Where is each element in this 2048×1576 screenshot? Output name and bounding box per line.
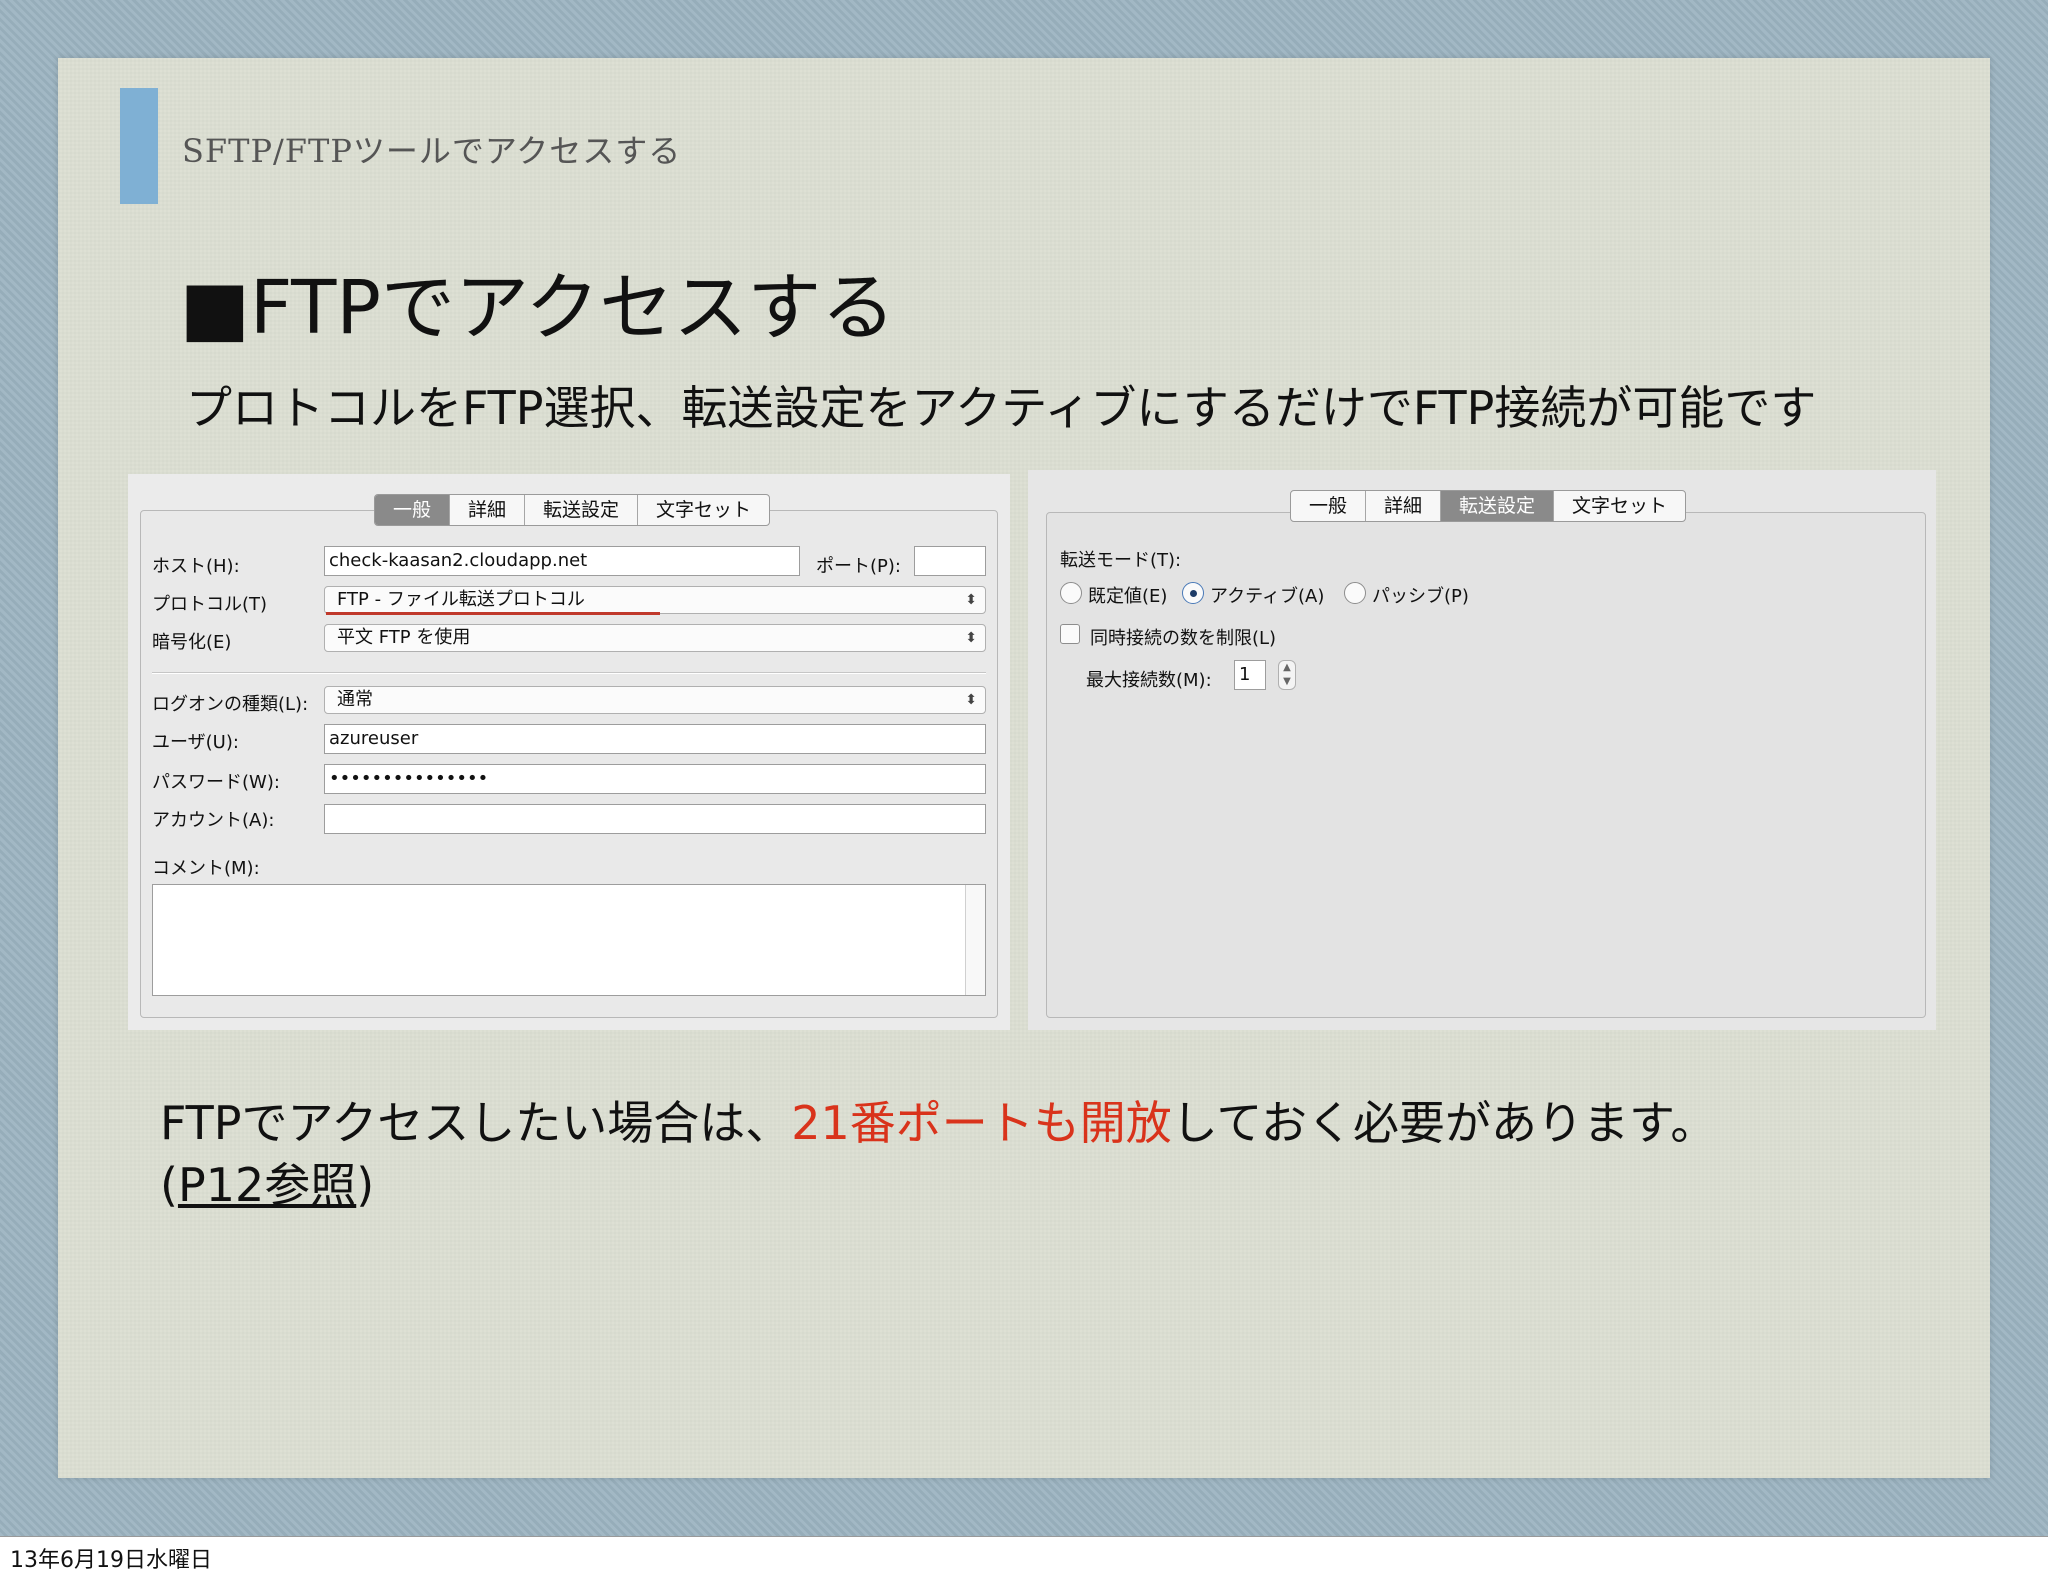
radio-passive[interactable] xyxy=(1344,582,1366,604)
note-text-before: FTPでアクセスしたい場合は、 xyxy=(160,1096,792,1150)
radio-passive-label: パッシブ(P) xyxy=(1372,586,1469,607)
page-reference-link[interactable]: P12参照 xyxy=(178,1158,356,1212)
logon-type-select[interactable]: 通常 ⬍ xyxy=(324,686,986,714)
tab-advanced[interactable]: 詳細 xyxy=(1366,491,1442,521)
protocol-highlight-underline xyxy=(326,612,660,615)
max-connections-stepper[interactable]: ▲ ▼ xyxy=(1278,660,1296,690)
comment-scrollbar[interactable] xyxy=(965,885,985,995)
password-label: パスワード(W): xyxy=(152,772,280,793)
transfer-panel xyxy=(1046,512,1926,1018)
account-input[interactable] xyxy=(324,804,986,834)
site-settings-general-screenshot: 一般 詳細 転送設定 文字セット ホスト(H): check-kaasan2.c… xyxy=(128,474,1010,1030)
port-input[interactable] xyxy=(914,546,986,576)
encryption-value: 平文 FTP を使用 xyxy=(337,627,471,648)
note-text-after: しておく必要があります。 xyxy=(1171,1096,1717,1150)
tab-advanced[interactable]: 詳細 xyxy=(450,495,526,525)
logon-type-value: 通常 xyxy=(337,689,373,710)
note-paren-open: ( xyxy=(160,1158,178,1212)
footer-date: 13年6月19日水曜日 xyxy=(10,1548,212,1573)
site-settings-transfer-screenshot: 一般 詳細 転送設定 文字セット 転送モード(T): 既定値(E) アクティブ(… xyxy=(1028,470,1936,1030)
max-connections-label: 最大接続数(M): xyxy=(1086,670,1212,691)
slide-description: プロトコルをFTP選択、転送設定をアクティブにするだけでFTP接続が可能です xyxy=(186,381,1817,435)
radio-active-label: アクティブ(A) xyxy=(1210,586,1325,607)
tab-bar: 一般 詳細 転送設定 文字セット xyxy=(374,494,771,526)
tab-general[interactable]: 一般 xyxy=(375,495,451,525)
protocol-value: FTP - ファイル転送プロトコル xyxy=(337,589,585,610)
limit-connections-label: 同時接続の数を制限(L) xyxy=(1090,628,1277,649)
host-input[interactable]: check-kaasan2.cloudapp.net xyxy=(324,546,800,576)
note-paren-close: ) xyxy=(356,1158,375,1212)
updown-arrows-icon: ⬍ xyxy=(965,592,977,608)
user-input[interactable]: azureuser xyxy=(324,724,986,754)
user-label: ユーザ(U): xyxy=(152,732,239,753)
encryption-select[interactable]: 平文 FTP を使用 ⬍ xyxy=(324,624,986,652)
accent-bar xyxy=(120,88,158,204)
protocol-select[interactable]: FTP - ファイル転送プロトコル ⬍ xyxy=(324,586,986,614)
tab-charset[interactable]: 文字セット xyxy=(638,495,769,525)
note-highlight: 21番ポートも開放 xyxy=(791,1096,1172,1150)
comment-textarea[interactable] xyxy=(152,884,986,996)
host-label: ホスト(H): xyxy=(152,556,240,577)
slide-title: ■FTPでアクセスする xyxy=(180,265,896,351)
port-label: ポート(P): xyxy=(816,556,901,577)
radio-default-label: 既定値(E) xyxy=(1088,586,1168,607)
port-note: FTPでアクセスしたい場合は、21番ポートも開放しておく必要があります。 (P1… xyxy=(160,1092,1716,1216)
section-divider xyxy=(152,672,986,674)
slide-subtitle: SFTP/FTPツールでアクセスする xyxy=(182,132,682,170)
logon-type-label: ログオンの種類(L): xyxy=(152,694,309,715)
tab-transfer-settings[interactable]: 転送設定 xyxy=(525,495,639,525)
footer-strip xyxy=(0,1536,2048,1576)
radio-default[interactable] xyxy=(1060,582,1082,604)
encryption-label: 暗号化(E) xyxy=(152,632,232,653)
transfer-mode-label: 転送モード(T): xyxy=(1060,550,1182,571)
max-connections-input[interactable]: 1 xyxy=(1234,660,1266,690)
account-label: アカウント(A): xyxy=(152,810,275,831)
limit-connections-checkbox[interactable] xyxy=(1060,624,1080,644)
comment-label: コメント(M): xyxy=(152,858,260,879)
tab-transfer-settings[interactable]: 転送設定 xyxy=(1441,491,1555,521)
updown-arrows-icon: ⬍ xyxy=(965,630,977,646)
radio-active[interactable] xyxy=(1182,582,1204,604)
tab-general[interactable]: 一般 xyxy=(1291,491,1367,521)
password-input[interactable]: ••••••••••••••• xyxy=(324,764,986,794)
updown-arrows-icon: ⬍ xyxy=(965,692,977,708)
tab-charset[interactable]: 文字セット xyxy=(1554,491,1685,521)
protocol-label: プロトコル(T) xyxy=(152,594,268,615)
tab-bar: 一般 詳細 転送設定 文字セット xyxy=(1290,490,1687,522)
